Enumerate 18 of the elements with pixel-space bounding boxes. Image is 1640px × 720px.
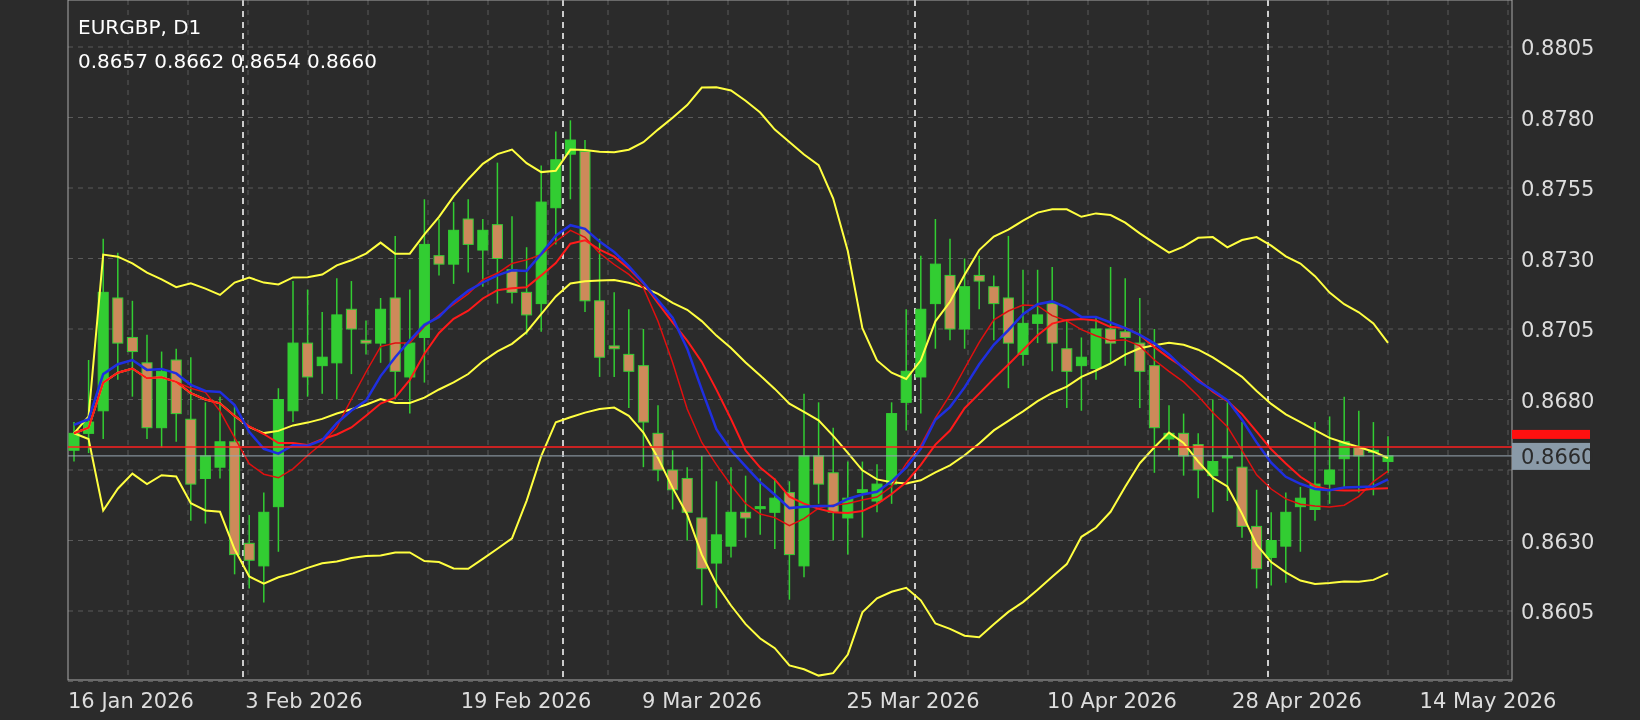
date-axis-label: 16 Jan 2026 xyxy=(68,689,194,713)
price-axis-label: 0.8605 xyxy=(1521,600,1595,624)
price-axis-label: 0.8680 xyxy=(1521,388,1595,413)
price-axis-label: 0.8780 xyxy=(1521,106,1595,131)
price-axis-label: 0.8705 xyxy=(1521,318,1595,342)
date-axis-label: 19 Feb 2026 xyxy=(460,689,592,713)
date-axis-label: 28 Apr 2026 xyxy=(1232,689,1362,713)
price-axis-label: 0.8805 xyxy=(1521,36,1595,60)
date-axis-label: 25 Mar 2026 xyxy=(846,689,980,713)
date-axis-label: 3 Feb 2026 xyxy=(245,689,363,713)
date-axis-label: 9 Mar 2026 xyxy=(642,689,762,713)
date-axis-label: 10 Apr 2026 xyxy=(1047,689,1177,713)
symbol-title: EURGBP, D1 xyxy=(78,15,202,39)
date-axis-label: 14 May 2026 xyxy=(1419,689,1557,713)
price-axis-label: 0.8630 xyxy=(1521,529,1595,554)
ohlc-values: 0.8657 0.8662 0.8654 0.8660 xyxy=(78,49,377,73)
price-axis-label: 0.8730 xyxy=(1521,247,1595,272)
price-axis-label: 0.8755 xyxy=(1521,177,1595,201)
